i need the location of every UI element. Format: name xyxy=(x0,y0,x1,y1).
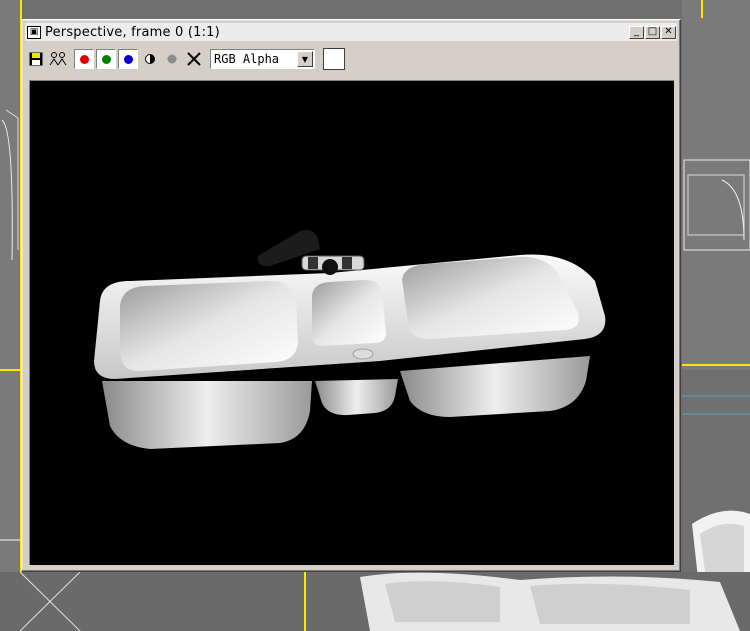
clear-icon xyxy=(187,52,201,66)
red-channel-toggle[interactable] xyxy=(74,49,94,69)
right-viewport-wireframe xyxy=(682,0,750,366)
left-viewport-wireframe xyxy=(0,109,20,541)
kitchen-sink-render xyxy=(94,230,606,449)
alpha-icon xyxy=(167,54,177,64)
left-bowl-basin xyxy=(120,281,298,372)
right-bowl-basin xyxy=(402,256,579,340)
render-toolbar: RGB Alpha ▼ xyxy=(26,46,676,72)
close-button[interactable]: ✕ xyxy=(661,25,676,39)
color-swatch[interactable] xyxy=(323,48,345,70)
background-viewport-left[interactable] xyxy=(0,0,22,631)
chevron-down-icon[interactable]: ▼ xyxy=(297,51,313,67)
green-channel-icon xyxy=(101,54,111,64)
display-channel-value: RGB Alpha xyxy=(214,52,280,66)
save-icon xyxy=(29,52,43,66)
monochrome-icon xyxy=(145,54,155,64)
middle-bowl-body xyxy=(315,379,398,416)
title-bar[interactable]: ▣ Perspective, frame 0 (1:1) _ □ ✕ xyxy=(25,23,677,41)
window-controls: _ □ ✕ xyxy=(629,25,676,39)
green-channel-toggle[interactable] xyxy=(96,49,116,69)
blue-channel-icon xyxy=(123,54,133,64)
faucet-knob xyxy=(322,259,338,275)
left-bowl-body xyxy=(102,381,312,449)
background-viewport-bottom[interactable] xyxy=(0,572,750,631)
red-channel-icon xyxy=(79,54,89,64)
display-channel-dropdown[interactable]: RGB Alpha ▼ xyxy=(210,49,315,69)
blue-channel-toggle[interactable] xyxy=(118,49,138,69)
bottom-viewport-wireframe xyxy=(19,572,740,631)
minimize-button[interactable]: _ xyxy=(629,25,644,39)
maximize-button[interactable]: □ xyxy=(645,25,660,39)
right-bowl-body xyxy=(400,356,590,417)
window-title: Perspective, frame 0 (1:1) xyxy=(45,24,220,40)
window-icon[interactable]: ▣ xyxy=(27,25,41,39)
alpha-channel-toggle[interactable] xyxy=(162,49,182,69)
save-button[interactable] xyxy=(26,49,46,69)
middle-bowl-basin xyxy=(312,280,386,346)
rendered-image-area xyxy=(29,80,674,565)
background-viewport-right-top[interactable] xyxy=(682,0,750,370)
faucet-band xyxy=(308,257,318,269)
drain-icon xyxy=(352,348,374,360)
clone-button[interactable] xyxy=(48,49,68,69)
monochrome-toggle[interactable] xyxy=(140,49,160,69)
faucet-band-right xyxy=(342,257,352,269)
clear-button[interactable] xyxy=(184,49,204,69)
render-frame-window[interactable]: ▣ Perspective, frame 0 (1:1) _ □ ✕ RGB A… xyxy=(21,19,681,572)
clone-icon xyxy=(49,52,67,66)
